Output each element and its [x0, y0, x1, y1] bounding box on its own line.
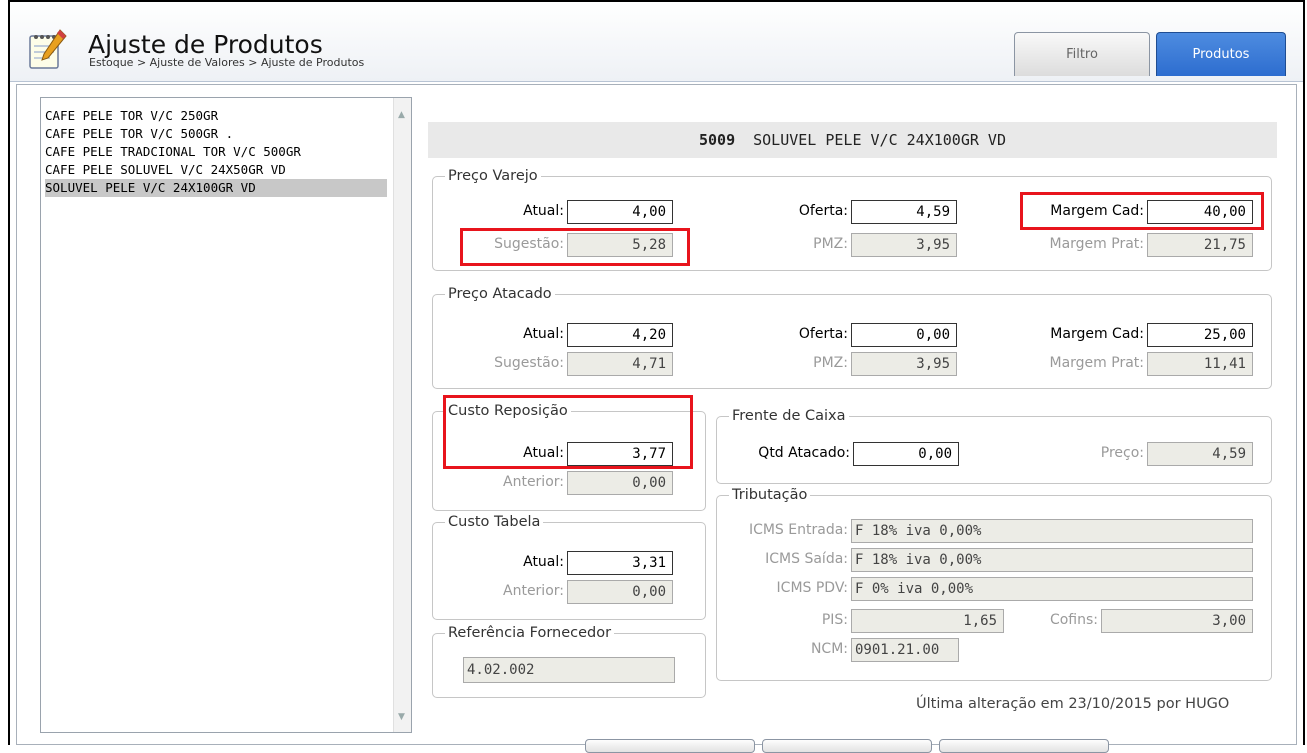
pis-input — [851, 609, 1004, 633]
cofins-label: Cofins: — [1049, 612, 1098, 628]
reposicao-anterior-label: Anterior: — [503, 474, 564, 490]
varejo-atual-label: Atual: — [523, 203, 564, 219]
varejo-margem-prat-label: Margem Prat: — [1049, 236, 1145, 252]
atacado-margem-prat-input — [1147, 352, 1253, 376]
ncm-label: NCM: — [810, 641, 848, 657]
tabela-atual-input[interactable] — [567, 551, 673, 575]
highlight-margem-cad — [1020, 192, 1264, 230]
qtd-atacado-label: Qtd Atacado: — [758, 445, 850, 461]
list-item[interactable]: CAFE PELE TOR V/C 500GR . — [45, 125, 387, 143]
varejo-pmz-input — [851, 233, 957, 257]
frente-preco-input — [1147, 442, 1253, 466]
product-listbox[interactable]: CAFE PELE TOR V/C 250GR CAFE PELE TOR V/… — [40, 97, 412, 733]
atacado-atual-input[interactable] — [567, 323, 673, 347]
notepad-pencil-icon — [24, 28, 70, 74]
icms-saida-label: ICMS Saída: — [765, 551, 848, 567]
referencia-fornecedor-legend: Referência Fornecedor — [448, 625, 612, 641]
atacado-oferta-label: Oferta: — [798, 326, 848, 342]
list-item[interactable]: CAFE PELE TRADCIONAL TOR V/C 500GR — [45, 143, 387, 161]
last-change-text: Última alteração em 23/10/2015 por HUGO — [916, 696, 1230, 712]
tabela-anterior-input — [567, 580, 673, 604]
icms-pdv-label: ICMS PDV: — [776, 580, 848, 596]
referencia-fornecedor-input — [463, 657, 675, 683]
frente-caixa-legend: Frente de Caixa — [732, 408, 846, 424]
scroll-down-icon[interactable]: ▼ — [398, 712, 405, 722]
custo-tabela-legend: Custo Tabela — [448, 514, 541, 530]
pis-label: PIS: — [821, 612, 848, 628]
highlight-custo-reposicao — [443, 395, 693, 469]
product-header: 5009 SOLUVEL PELE V/C 24X100GR VD — [428, 122, 1277, 158]
atacado-margem-cad-label: Margem Cad: — [1050, 326, 1144, 342]
ncm-input — [851, 638, 959, 662]
varejo-oferta-label: Oferta: — [798, 203, 848, 219]
action-button-3[interactable] — [939, 739, 1109, 753]
atacado-sugestao-input — [567, 352, 673, 376]
varejo-oferta-input[interactable] — [851, 200, 957, 224]
list-item[interactable]: CAFE PELE TOR V/C 250GR — [45, 107, 387, 125]
list-item[interactable]: CAFE PELE SOLUVEL V/C 24X50GR VD — [45, 161, 387, 179]
tabela-atual-label: Atual: — [523, 554, 564, 570]
tab-produtos[interactable]: Produtos — [1156, 32, 1286, 76]
tabela-anterior-label: Anterior: — [503, 583, 564, 599]
preco-varejo-legend: Preço Varejo — [448, 168, 538, 184]
action-button-1[interactable] — [585, 739, 755, 753]
qtd-atacado-input[interactable] — [853, 442, 959, 466]
page-title: Ajuste de Produtos — [88, 30, 323, 59]
icms-entrada-label: ICMS Entrada: — [748, 522, 848, 538]
icms-entrada-input — [851, 519, 1253, 543]
atacado-pmz-label: PMZ: — [813, 355, 848, 371]
reposicao-anterior-input — [567, 471, 673, 495]
atacado-margem-prat-label: Margem Prat: — [1049, 355, 1145, 371]
varejo-atual-input[interactable] — [567, 200, 673, 224]
list-scrollbar[interactable]: ▲ ▼ — [393, 98, 411, 732]
preco-atacado-legend: Preço Atacado — [448, 286, 552, 302]
varejo-margem-prat-input — [1147, 233, 1253, 257]
breadcrumb: Estoque > Ajuste de Valores > Ajuste de … — [89, 56, 365, 69]
frente-preco-label: Preço: — [1100, 445, 1144, 461]
atacado-sugestao-label: Sugestão: — [494, 355, 564, 371]
cofins-input — [1101, 609, 1253, 633]
product-code: 5009 — [699, 131, 736, 149]
action-button-2[interactable] — [762, 739, 932, 753]
icms-saida-input — [851, 548, 1253, 572]
scroll-up-icon[interactable]: ▲ — [398, 110, 405, 120]
icms-pdv-input — [851, 577, 1253, 601]
atacado-margem-cad-input[interactable] — [1147, 323, 1253, 347]
list-item-selected[interactable]: SOLUVEL PELE V/C 24X100GR VD — [45, 179, 387, 197]
product-name: SOLUVEL PELE V/C 24X100GR VD — [753, 131, 1006, 149]
highlight-sugestao — [460, 228, 690, 266]
atacado-pmz-input — [851, 352, 957, 376]
atacado-oferta-input[interactable] — [851, 323, 957, 347]
tributacao-legend: Tributação — [732, 487, 808, 503]
tab-filtro[interactable]: Filtro — [1014, 32, 1150, 76]
atacado-atual-label: Atual: — [523, 326, 564, 342]
varejo-pmz-label: PMZ: — [813, 236, 848, 252]
